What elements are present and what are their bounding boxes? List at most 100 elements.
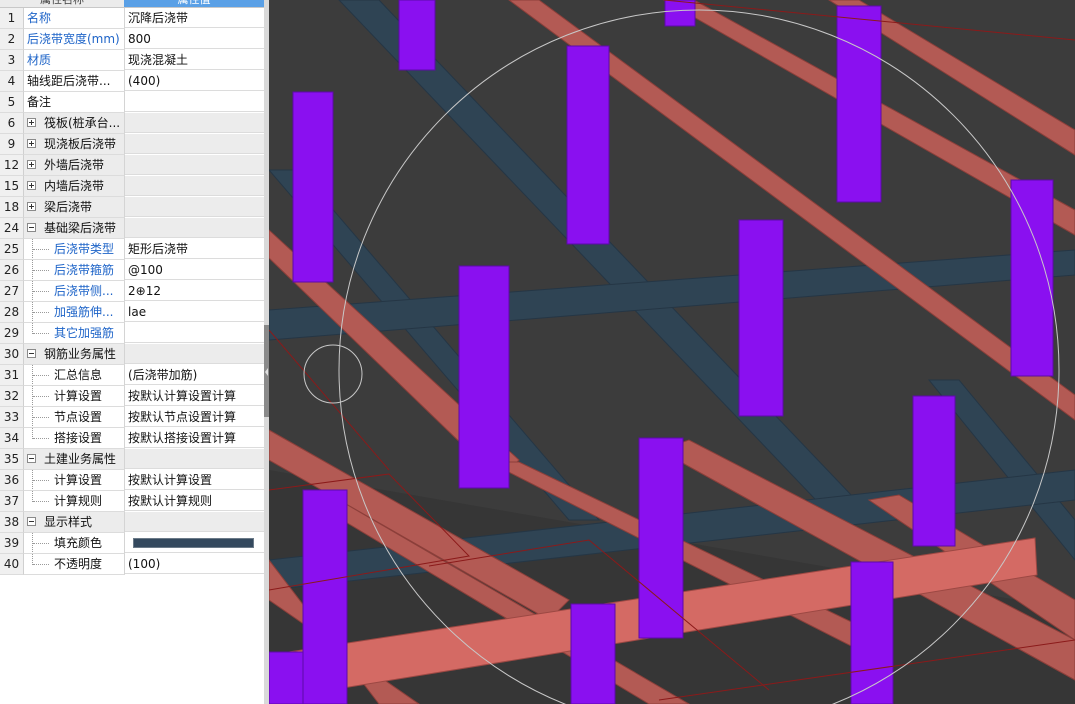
property-value[interactable]: [125, 92, 264, 112]
property-name-cell: 其它加强筋: [24, 323, 125, 344]
property-row[interactable]: 6 筏板(桩承台...: [0, 113, 264, 134]
property-value[interactable]: 2⊕12: [125, 281, 264, 301]
row-number: 27: [0, 281, 24, 302]
property-row[interactable]: 35 土建业务属性: [0, 449, 264, 470]
row-number: 24: [0, 218, 24, 239]
property-value[interactable]: @100: [125, 260, 264, 280]
row-number: 5: [0, 92, 24, 113]
property-name: 轴线距后浇带...: [27, 74, 111, 88]
column: [302, 489, 348, 704]
column: [269, 651, 304, 704]
property-row[interactable]: 36 计算设置 按默认计算设置: [0, 470, 264, 491]
property-row[interactable]: 33 节点设置 按默认节点设置计算: [0, 407, 264, 428]
collapse-icon[interactable]: [27, 349, 36, 358]
property-name: 名称: [27, 11, 52, 25]
property-value[interactable]: [125, 155, 264, 175]
property-name-cell: 填充颜色: [24, 533, 125, 554]
tree-branch-icon: [33, 333, 49, 334]
expand-icon[interactable]: [27, 118, 36, 127]
property-row[interactable]: 26 后浇带箍筋 @100: [0, 260, 264, 281]
property-value[interactable]: [125, 344, 264, 364]
property-name-cell: 后浇带类型: [24, 239, 125, 260]
property-row[interactable]: 34 搭接设置 按默认搭接设置计算: [0, 428, 264, 449]
property-name-cell: 计算设置: [24, 386, 125, 407]
property-row[interactable]: 39 填充颜色: [0, 533, 264, 554]
property-row[interactable]: 31 汇总信息 (后浇带加筋): [0, 365, 264, 386]
collapse-icon[interactable]: [27, 223, 36, 232]
property-value[interactable]: 按默认计算设置计算: [125, 386, 264, 406]
row-number: 28: [0, 302, 24, 323]
tree-branch-icon: [33, 543, 49, 544]
header-name-column[interactable]: 属性名称: [0, 0, 124, 7]
property-name-cell: 不透明度: [24, 554, 125, 575]
property-name-cell: 名称: [24, 8, 125, 29]
property-value[interactable]: [125, 323, 264, 343]
property-value[interactable]: 按默认节点设置计算: [125, 407, 264, 427]
property-value[interactable]: 800: [125, 29, 264, 49]
property-name-cell: 后浇带宽度(mm): [24, 29, 125, 50]
property-value[interactable]: 矩形后浇带: [125, 239, 264, 259]
property-value[interactable]: 现浇混凝土: [125, 50, 264, 70]
property-row[interactable]: 37 计算规则 按默认计算规则: [0, 491, 264, 512]
property-row[interactable]: 1 名称 沉降后浇带: [0, 8, 264, 29]
property-value[interactable]: [125, 218, 264, 238]
column: [664, 0, 696, 27]
property-value[interactable]: 按默认计算设置: [125, 470, 264, 490]
property-name-cell: 土建业务属性: [24, 449, 125, 470]
expand-icon[interactable]: [27, 139, 36, 148]
row-number: 37: [0, 491, 24, 512]
property-value[interactable]: 沉降后浇带: [125, 8, 264, 28]
property-value[interactable]: [125, 134, 264, 154]
orbit-handle-circle[interactable]: [303, 344, 363, 404]
row-number: 6: [0, 113, 24, 134]
property-row[interactable]: 32 计算设置 按默认计算设置计算: [0, 386, 264, 407]
fill-color-swatch[interactable]: [133, 538, 254, 548]
property-name: 备注: [27, 95, 52, 109]
property-row[interactable]: 18 梁后浇带: [0, 197, 264, 218]
property-row[interactable]: 38 显示样式: [0, 512, 264, 533]
property-value[interactable]: [125, 113, 264, 133]
row-number: 34: [0, 428, 24, 449]
collapse-icon[interactable]: [27, 517, 36, 526]
property-value[interactable]: [125, 176, 264, 196]
property-value[interactable]: [125, 449, 264, 469]
property-row[interactable]: 5 备注: [0, 92, 264, 113]
row-number: 26: [0, 260, 24, 281]
property-row[interactable]: 2 后浇带宽度(mm) 800: [0, 29, 264, 50]
property-value[interactable]: [125, 533, 264, 553]
property-value[interactable]: (400): [125, 71, 264, 91]
property-row[interactable]: 30 钢筋业务属性: [0, 344, 264, 365]
property-row[interactable]: 9 现浇板后浇带: [0, 134, 264, 155]
header-value-column[interactable]: 属性值: [124, 0, 264, 7]
column: [638, 437, 684, 639]
tree-branch-icon: [33, 270, 49, 271]
property-row[interactable]: 3 材质 现浇混凝土: [0, 50, 264, 71]
property-name: 基础梁后浇带: [44, 221, 117, 235]
property-row[interactable]: 29 其它加强筋: [0, 323, 264, 344]
expand-icon[interactable]: [27, 160, 36, 169]
property-value[interactable]: (后浇带加筋): [125, 365, 264, 385]
property-value[interactable]: [125, 197, 264, 217]
property-row[interactable]: 24 基础梁后浇带: [0, 218, 264, 239]
property-value[interactable]: 按默认搭接设置计算: [125, 428, 264, 448]
property-row[interactable]: 27 后浇带侧... 2⊕12: [0, 281, 264, 302]
property-value[interactable]: 按默认计算规则: [125, 491, 264, 511]
property-row[interactable]: 4 轴线距后浇带... (400): [0, 71, 264, 92]
property-name-cell: 钢筋业务属性: [24, 344, 125, 365]
row-number: 32: [0, 386, 24, 407]
property-row[interactable]: 12 外墙后浇带: [0, 155, 264, 176]
property-row[interactable]: 28 加强筋伸... lae: [0, 302, 264, 323]
column: [398, 0, 436, 71]
property-row[interactable]: 40 不透明度 (100): [0, 554, 264, 575]
property-row[interactable]: 25 后浇带类型 矩形后浇带: [0, 239, 264, 260]
3d-scene[interactable]: [269, 0, 1075, 704]
row-number: 35: [0, 449, 24, 470]
property-value[interactable]: (100): [125, 554, 264, 574]
property-value[interactable]: lae: [125, 302, 264, 322]
property-row[interactable]: 15 内墙后浇带: [0, 176, 264, 197]
3d-model-viewport[interactable]: [269, 0, 1075, 704]
collapse-icon[interactable]: [27, 454, 36, 463]
expand-icon[interactable]: [27, 202, 36, 211]
expand-icon[interactable]: [27, 181, 36, 190]
property-value[interactable]: [125, 512, 264, 532]
